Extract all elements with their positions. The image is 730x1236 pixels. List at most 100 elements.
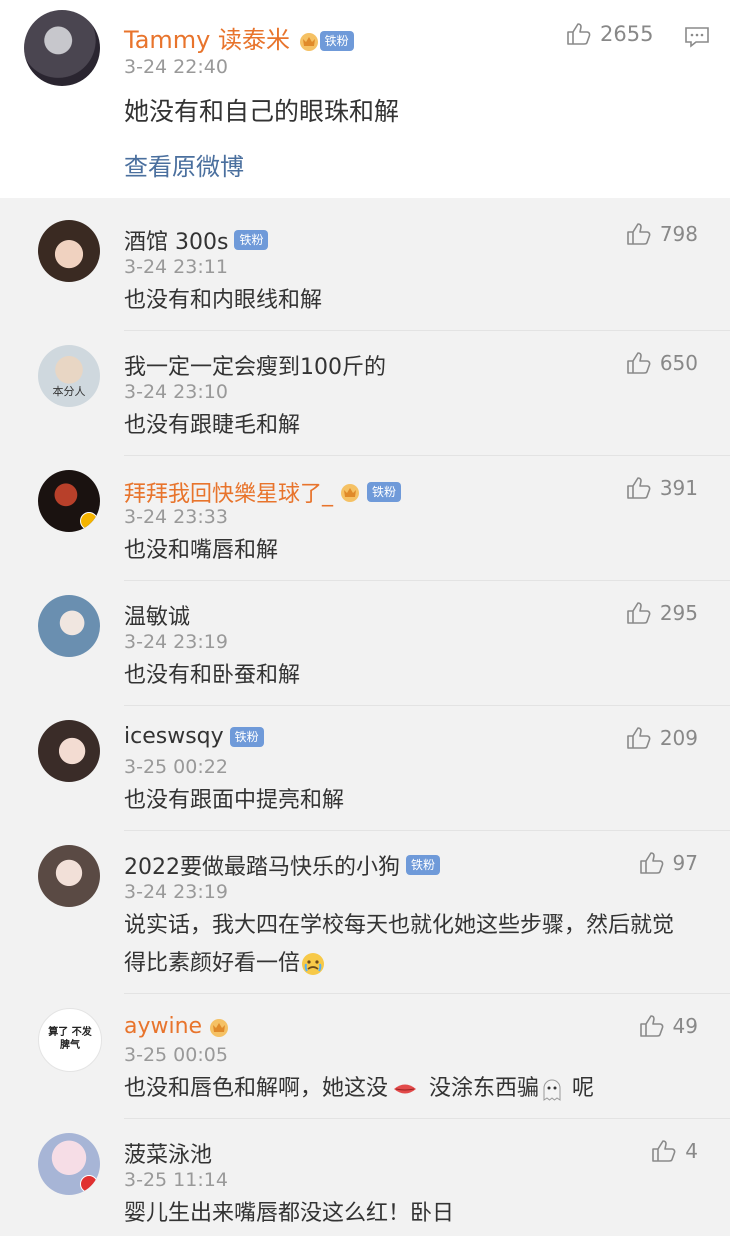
- timestamp: 3-24 23:19: [124, 881, 228, 903]
- reply-text-body: 说实话，我大四在学校每天也就化她这些步骤，然后就觉得比素颜好看一倍: [124, 913, 675, 976]
- username-text[interactable]: 我一定一定会瘦到100斤的: [124, 349, 386, 381]
- username[interactable]: 我一定一定会瘦到100斤的: [124, 349, 386, 381]
- username-text[interactable]: 拜拜我回快樂星球了_: [124, 476, 333, 508]
- username-text[interactable]: aywine: [124, 1014, 202, 1039]
- avatar[interactable]: [38, 470, 100, 532]
- ghost-icon: [543, 1079, 561, 1101]
- thumbs-up-icon: [626, 726, 652, 750]
- reply-text: 也没有和内眼线和解: [124, 288, 323, 313]
- lips-icon: [394, 1084, 417, 1094]
- fan-badge: 铁粉: [406, 855, 441, 875]
- fan-badge: 铁粉: [234, 230, 269, 250]
- like-count: 209: [659, 726, 698, 750]
- crown-icon: [339, 481, 361, 503]
- thumbs-up-icon: [626, 476, 652, 500]
- thumbs-up-icon: [626, 222, 652, 246]
- reply-text-part: 没涂东西骗: [429, 1076, 540, 1101]
- reply-text: 也没有跟面中提亮和解: [124, 788, 345, 813]
- username[interactable]: 2022要做最踏马快乐的小狗 铁粉: [124, 849, 441, 881]
- reply-item: 菠菜泳池 3-25 11:14 婴儿生出来嘴唇都没这么红！卧日 4: [0, 1119, 730, 1236]
- main-comment: Tammy 读泰米 铁粉 3-24 22:40 她没有和自己的眼珠和解 查看原微…: [0, 0, 730, 198]
- like-button[interactable]: 2655: [566, 22, 653, 46]
- like-count: 295: [659, 601, 698, 625]
- username-text[interactable]: 温敏诚: [124, 599, 190, 631]
- reply-text-part: 也没和唇色和解啊，她这没: [124, 1076, 389, 1101]
- like-count: 2655: [600, 22, 654, 46]
- avatar[interactable]: 本分人: [38, 345, 100, 407]
- reply-text: 也没有跟睫毛和解: [124, 413, 301, 438]
- avatar[interactable]: [24, 10, 100, 86]
- like-button[interactable]: 97: [639, 851, 698, 875]
- reply-item: 算了 不发脾气 aywine 3-25 00:05 也没和唇色和解啊，她这没 没…: [0, 994, 730, 1119]
- like-button[interactable]: 4: [651, 1139, 698, 1163]
- timestamp: 3-24 22:40: [124, 56, 228, 78]
- username[interactable]: 酒馆 300s 铁粉: [124, 224, 269, 256]
- view-original-link[interactable]: 查看原微博: [124, 147, 244, 182]
- reply-text: 也没和唇色和解啊，她这没 没涂东西骗 呢: [124, 1070, 694, 1108]
- fan-badge: 铁粉: [319, 31, 354, 51]
- timestamp: 3-24 23:10: [124, 381, 228, 403]
- avatar[interactable]: [38, 1133, 100, 1195]
- reply-item: 温敏诚 3-24 23:19 也没有和卧蚕和解 295: [0, 581, 730, 706]
- like-count: 4: [685, 1139, 698, 1163]
- username-text[interactable]: Tammy 读泰米: [124, 26, 290, 54]
- avatar[interactable]: [38, 845, 100, 907]
- thumbs-up-icon: [566, 22, 592, 46]
- username[interactable]: aywine: [124, 1014, 230, 1039]
- thumbs-up-icon: [626, 351, 652, 375]
- username-text[interactable]: 酒馆 300s: [124, 224, 228, 256]
- fan-badge: 铁粉: [367, 482, 402, 502]
- like-button[interactable]: 650: [626, 351, 698, 375]
- like-button[interactable]: 391: [626, 476, 698, 500]
- thumbs-up-icon: [639, 1014, 665, 1038]
- thumbs-up-icon: [639, 851, 665, 875]
- avatar[interactable]: 算了 不发脾气: [38, 1008, 102, 1072]
- fan-badge: 铁粉: [229, 726, 264, 747]
- username[interactable]: 温敏诚: [124, 599, 190, 631]
- username[interactable]: 拜拜我回快樂星球了_ 铁粉: [124, 476, 402, 508]
- avatar-caption: 本分人: [52, 385, 86, 398]
- like-count: 49: [672, 1014, 698, 1038]
- crown-icon: [208, 1016, 230, 1038]
- verified-icon: [80, 512, 98, 530]
- thumbs-up-icon: [626, 601, 652, 625]
- reply-text: 婴儿生出来嘴唇都没这么红！卧日: [124, 1201, 455, 1226]
- timestamp: 3-24 23:33: [124, 506, 228, 528]
- username[interactable]: iceswsqy 铁粉: [124, 724, 264, 749]
- timestamp: 3-25 00:05: [124, 1044, 228, 1066]
- like-button[interactable]: 209: [626, 726, 698, 750]
- badge-icon: [80, 1175, 98, 1193]
- timestamp: 3-24 23:19: [124, 631, 228, 653]
- like-count: 798: [659, 222, 698, 246]
- username-text[interactable]: 菠菜泳池: [124, 1137, 212, 1169]
- like-button[interactable]: 49: [639, 1014, 698, 1038]
- reply-text: 也没有和卧蚕和解: [124, 663, 301, 688]
- avatar[interactable]: [38, 595, 100, 657]
- reply-text: 说实话，我大四在学校每天也就化她这些步骤，然后就觉得比素颜好看一倍: [124, 907, 694, 983]
- timestamp: 3-25 11:14: [124, 1169, 228, 1191]
- avatar-caption: 算了 不发脾气: [48, 1027, 92, 1051]
- username-text[interactable]: iceswsqy: [124, 724, 224, 749]
- reply-item: 拜拜我回快樂星球了_ 铁粉 3-24 23:33 也没和嘴唇和解 391: [0, 456, 730, 581]
- reply-text: 也没和嘴唇和解: [124, 538, 279, 563]
- timestamp: 3-24 23:11: [124, 256, 228, 278]
- comment-icon[interactable]: [684, 26, 710, 48]
- reply-item: 2022要做最踏马快乐的小狗 铁粉 3-24 23:19 说实话，我大四在学校每…: [0, 831, 730, 994]
- reply-text-part: 呢: [572, 1076, 595, 1101]
- reply-item: 本分人 我一定一定会瘦到100斤的 3-24 23:10 也没有跟睫毛和解 65…: [0, 331, 730, 456]
- avatar[interactable]: [38, 220, 100, 282]
- crying-face-icon: [302, 953, 325, 975]
- username[interactable]: 菠菜泳池: [124, 1137, 212, 1169]
- reply-item: 酒馆 300s 铁粉 3-24 23:11 也没有和内眼线和解 798: [0, 206, 730, 331]
- username-text[interactable]: 2022要做最踏马快乐的小狗: [124, 849, 400, 881]
- username[interactable]: Tammy 读泰米 铁粉: [124, 20, 354, 55]
- like-button[interactable]: 295: [626, 601, 698, 625]
- like-count: 650: [659, 351, 698, 375]
- crown-icon: [298, 30, 320, 52]
- timestamp: 3-25 00:22: [124, 756, 228, 778]
- comment-text: 她没有和自己的眼珠和解: [124, 97, 400, 126]
- like-count: 97: [672, 851, 698, 875]
- avatar[interactable]: [38, 720, 100, 782]
- like-button[interactable]: 798: [626, 222, 698, 246]
- like-count: 391: [659, 476, 698, 500]
